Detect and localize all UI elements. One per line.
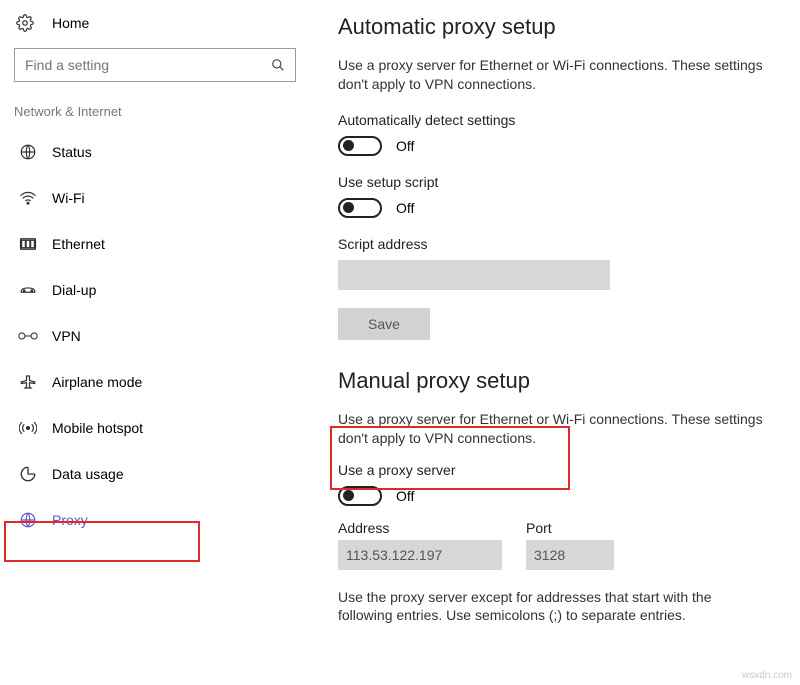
script-state: Off: [396, 200, 414, 216]
dialup-icon: [18, 280, 38, 300]
vpn-icon: [18, 326, 38, 346]
wifi-icon: [18, 188, 38, 208]
hotspot-icon: [18, 418, 38, 438]
auto-heading: Automatic proxy setup: [338, 14, 790, 40]
search-icon: [271, 58, 285, 72]
sidebar-item-proxy[interactable]: Proxy: [0, 497, 310, 543]
gear-icon: [16, 14, 34, 32]
category-label: Network & Internet: [14, 104, 296, 119]
sidebar-item-ethernet[interactable]: Ethernet: [0, 221, 310, 267]
auto-description: Use a proxy server for Ethernet or Wi-Fi…: [338, 56, 778, 94]
detect-toggle[interactable]: [338, 136, 382, 156]
save-button[interactable]: Save: [338, 308, 430, 340]
script-address-input[interactable]: [338, 260, 610, 290]
sidebar-item-status[interactable]: Status: [0, 129, 310, 175]
script-label: Use setup script: [338, 174, 790, 190]
search-input-container[interactable]: [14, 48, 296, 82]
sidebar-item-datausage[interactable]: Data usage: [0, 451, 310, 497]
sidebar-item-label: Proxy: [52, 512, 88, 528]
sidebar-item-label: Data usage: [52, 466, 124, 482]
use-proxy-toggle[interactable]: [338, 486, 382, 506]
sidebar-item-label: Dial-up: [52, 282, 96, 298]
content-panel: Automatic proxy setup Use a proxy server…: [310, 0, 800, 685]
sidebar-item-label: VPN: [52, 328, 81, 344]
sidebar-item-label: Mobile hotspot: [52, 420, 143, 436]
sidebar-item-label: Wi-Fi: [52, 190, 85, 206]
status-icon: [18, 142, 38, 162]
detect-label: Automatically detect settings: [338, 112, 790, 128]
sidebar-item-label: Airplane mode: [52, 374, 142, 390]
use-proxy-state: Off: [396, 488, 414, 504]
proxy-icon: [18, 510, 38, 530]
detect-state: Off: [396, 138, 414, 154]
manual-description: Use a proxy server for Ethernet or Wi-Fi…: [338, 410, 778, 448]
sidebar-item-label: Status: [52, 144, 92, 160]
sidebar-item-label: Ethernet: [52, 236, 105, 252]
home-link[interactable]: Home: [0, 8, 310, 38]
datausage-icon: [18, 464, 38, 484]
sidebar-item-wifi[interactable]: Wi-Fi: [0, 175, 310, 221]
watermark: wsxdn.com: [742, 670, 792, 681]
ethernet-icon: [18, 234, 38, 254]
sidebar: Home Network & Internet Status Wi-Fi Eth…: [0, 0, 310, 685]
sidebar-item-hotspot[interactable]: Mobile hotspot: [0, 405, 310, 451]
sidebar-item-vpn[interactable]: VPN: [0, 313, 310, 359]
address-label: Address: [338, 520, 502, 536]
address-input[interactable]: [338, 540, 502, 570]
port-input[interactable]: [526, 540, 614, 570]
sidebar-item-airplane[interactable]: Airplane mode: [0, 359, 310, 405]
search-input[interactable]: [25, 57, 271, 73]
home-label: Home: [52, 15, 89, 31]
script-address-label: Script address: [338, 236, 790, 252]
exception-text: Use the proxy server except for addresse…: [338, 588, 728, 626]
port-label: Port: [526, 520, 614, 536]
use-proxy-label: Use a proxy server: [338, 462, 790, 478]
sidebar-item-dialup[interactable]: Dial-up: [0, 267, 310, 313]
manual-heading: Manual proxy setup: [338, 368, 790, 394]
script-toggle[interactable]: [338, 198, 382, 218]
airplane-icon: [18, 372, 38, 392]
